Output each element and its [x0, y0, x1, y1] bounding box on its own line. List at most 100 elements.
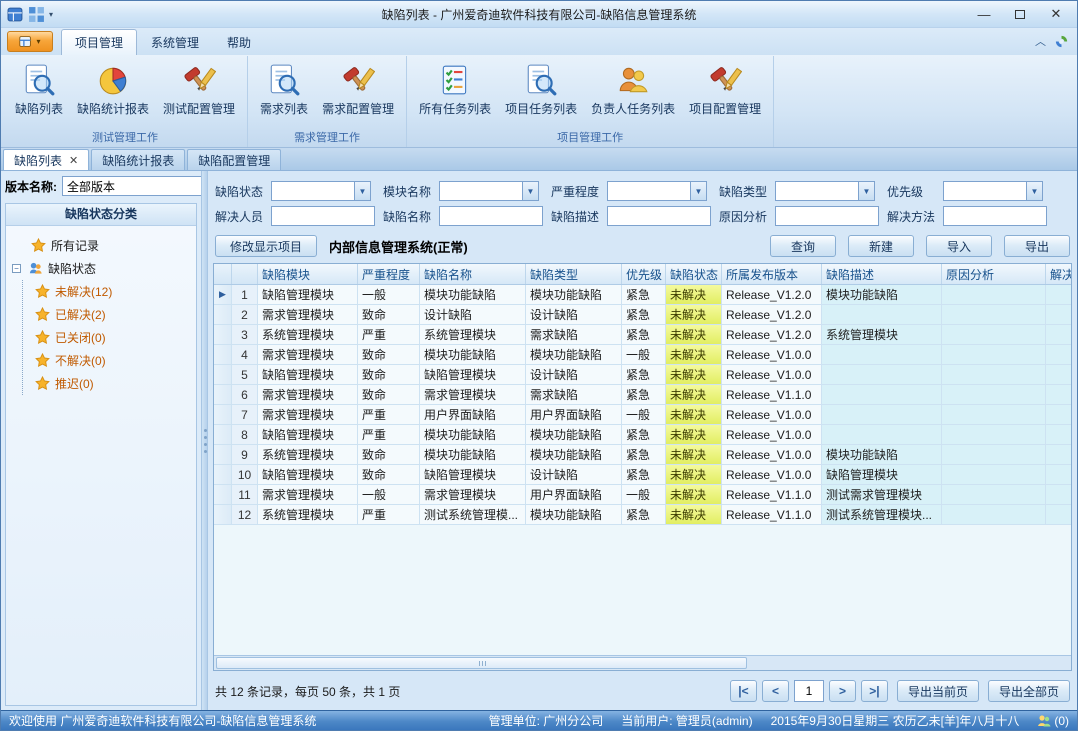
column-header-5[interactable]: 缺陷状态: [666, 264, 722, 284]
table-row[interactable]: 11需求管理模块一般需求管理模块用户界面缺陷一般未解决Release_V1.1.…: [214, 485, 1071, 505]
cell: [1046, 365, 1071, 384]
cell: 需求缺陷: [526, 385, 622, 404]
horizontal-scrollbar[interactable]: [214, 655, 1071, 670]
ribbon-button-2-3[interactable]: 项目配置管理: [682, 60, 768, 120]
ribbon-button-1-0[interactable]: 需求列表: [253, 60, 315, 120]
table-row[interactable]: 6需求管理模块致命需求管理模块需求缺陷紧急未解决Release_V1.1.0: [214, 385, 1071, 405]
minimize-button[interactable]: —: [967, 4, 1001, 24]
chevron-down-icon[interactable]: ▼: [1026, 182, 1042, 200]
app-menu-button[interactable]: ▾: [7, 31, 53, 52]
maximize-button[interactable]: [1003, 4, 1037, 24]
minimize-ribbon-icon[interactable]: ︿: [1035, 37, 1046, 47]
skin-icon[interactable]: [1054, 34, 1069, 49]
row-number: 2: [232, 305, 258, 324]
filter-text-input-1[interactable]: [439, 206, 543, 226]
cell: 用户界面缺陷: [420, 405, 526, 424]
table-row[interactable]: 12系统管理模块严重测试系统管理模...模块功能缺陷紧急未解决Release_V…: [214, 505, 1071, 525]
tree-item-all-records[interactable]: 所有记录: [12, 234, 190, 257]
chevron-down-icon[interactable]: ▼: [858, 182, 874, 200]
export-all-pages-button[interactable]: 导出全部页: [988, 680, 1070, 702]
close-button[interactable]: ✕: [1039, 4, 1073, 24]
tree-item-status-2[interactable]: 已关闭(0): [35, 326, 190, 349]
column-header-4[interactable]: 优先级: [622, 264, 666, 284]
chevron-down-icon[interactable]: ▼: [690, 182, 706, 200]
document-tab-2[interactable]: 缺陷配置管理: [187, 149, 281, 170]
column-header-7[interactable]: 缺陷描述: [822, 264, 942, 284]
filter-text-input-3[interactable]: [775, 206, 879, 226]
filter-text-input-0[interactable]: [271, 206, 375, 226]
column-header-0[interactable]: 缺陷模块: [258, 264, 358, 284]
ribbon-button-0-0[interactable]: 缺陷列表: [8, 60, 70, 120]
last-page-button[interactable]: >|: [861, 680, 888, 702]
splitter-handle[interactable]: [201, 171, 208, 710]
export-current-page-button[interactable]: 导出当前页: [897, 680, 979, 702]
modify-columns-button[interactable]: 修改显示项目: [215, 235, 317, 257]
row-indicator: [214, 345, 232, 364]
column-header-8[interactable]: 原因分析: [942, 264, 1046, 284]
filter-combo-input-1[interactable]: [440, 182, 522, 200]
query-button[interactable]: 查询: [770, 235, 836, 257]
filter-text-input-4[interactable]: [943, 206, 1047, 226]
table-row[interactable]: 4需求管理模块致命模块功能缺陷模块功能缺陷一般未解决Release_V1.0.0: [214, 345, 1071, 365]
quick-access-icon[interactable]: [28, 6, 45, 23]
cell: 模块功能缺陷: [420, 445, 526, 464]
cell: 需求缺陷: [526, 325, 622, 344]
ribbon-button-2-0[interactable]: 所有任务列表: [412, 60, 498, 120]
table-row[interactable]: 10缺陷管理模块致命缺陷管理模块设计缺陷紧急未解决Release_V1.0.0缺…: [214, 465, 1071, 485]
ribbon-tab-1[interactable]: 系统管理: [137, 29, 213, 55]
page-number-input[interactable]: [794, 680, 824, 702]
ribbon-tab-2[interactable]: 帮助: [213, 29, 265, 55]
filter-combo-input-2[interactable]: [608, 182, 690, 200]
ribbon-button-0-1[interactable]: 缺陷统计报表: [70, 60, 156, 120]
table-row[interactable]: ▶1缺陷管理模块一般模块功能缺陷模块功能缺陷紧急未解决Release_V1.2.…: [214, 285, 1071, 305]
cell: 设计缺陷: [526, 305, 622, 324]
close-tab-icon[interactable]: ✕: [69, 154, 78, 167]
ribbon-button-0-2[interactable]: 测试配置管理: [156, 60, 242, 120]
export-button[interactable]: 导出: [1004, 235, 1070, 257]
column-header-9[interactable]: 解决方法: [1046, 264, 1071, 284]
filter-text-input-2[interactable]: [607, 206, 711, 226]
prev-page-button[interactable]: <: [762, 680, 789, 702]
column-header-1[interactable]: 严重程度: [358, 264, 420, 284]
table-row[interactable]: 8缺陷管理模块严重模块功能缺陷模块功能缺陷紧急未解决Release_V1.0.0: [214, 425, 1071, 445]
tree-item-status-0[interactable]: 未解决(12): [35, 280, 190, 303]
table-row[interactable]: 9系统管理模块致命模块功能缺陷模块功能缺陷紧急未解决Release_V1.0.0…: [214, 445, 1071, 465]
quick-access-caret-icon[interactable]: ▾: [49, 10, 53, 19]
import-button[interactable]: 导入: [926, 235, 992, 257]
chevron-down-icon[interactable]: ▼: [522, 182, 538, 200]
cell: 需求管理模块: [258, 385, 358, 404]
table-row[interactable]: 2需求管理模块致命设计缺陷设计缺陷紧急未解决Release_V1.2.0: [214, 305, 1071, 325]
app-icon[interactable]: [7, 6, 24, 23]
column-header-6[interactable]: 所属发布版本: [722, 264, 822, 284]
scrollbar-thumb[interactable]: [216, 657, 747, 669]
filter-combo-input-4[interactable]: [944, 182, 1026, 200]
column-header-3[interactable]: 缺陷类型: [526, 264, 622, 284]
new-button[interactable]: 新建: [848, 235, 914, 257]
ribbon-button-2-2[interactable]: 负责人任务列表: [584, 60, 682, 120]
collapse-icon[interactable]: −: [12, 264, 21, 273]
document-tab-1[interactable]: 缺陷统计报表: [91, 149, 185, 170]
document-tab-0[interactable]: 缺陷列表✕: [3, 149, 89, 170]
tree-item-label: 已关闭(0): [55, 329, 106, 346]
tree-item-defect-status[interactable]: − 缺陷状态: [12, 257, 190, 280]
next-page-button[interactable]: >: [829, 680, 856, 702]
table-row[interactable]: 7需求管理模块严重用户界面缺陷用户界面缺陷一般未解决Release_V1.0.0: [214, 405, 1071, 425]
cell: 紧急: [622, 465, 666, 484]
ribbon-tab-0[interactable]: 项目管理: [61, 29, 137, 55]
cell: 模块功能缺陷: [420, 345, 526, 364]
tree-item-status-1[interactable]: 已解决(2): [35, 303, 190, 326]
cell: 未解决: [666, 445, 722, 464]
table-row[interactable]: 5缺陷管理模块致命缺陷管理模块设计缺陷紧急未解决Release_V1.0.0: [214, 365, 1071, 385]
filter-combo-input-0[interactable]: [272, 182, 354, 200]
filter-combo-input-3[interactable]: [776, 182, 858, 200]
tree-item-status-3[interactable]: 不解决(0): [35, 349, 190, 372]
ribbon-button-1-1[interactable]: 需求配置管理: [315, 60, 401, 120]
column-header-2[interactable]: 缺陷名称: [420, 264, 526, 284]
tree-item-status-4[interactable]: 推迟(0): [35, 372, 190, 395]
chevron-down-icon[interactable]: ▼: [354, 182, 370, 200]
table-row[interactable]: 3系统管理模块严重系统管理模块需求缺陷紧急未解决Release_V1.2.0系统…: [214, 325, 1071, 345]
cell: [942, 385, 1046, 404]
cell: 未解决: [666, 325, 722, 344]
ribbon-button-2-1[interactable]: 项目任务列表: [498, 60, 584, 120]
first-page-button[interactable]: |<: [730, 680, 757, 702]
